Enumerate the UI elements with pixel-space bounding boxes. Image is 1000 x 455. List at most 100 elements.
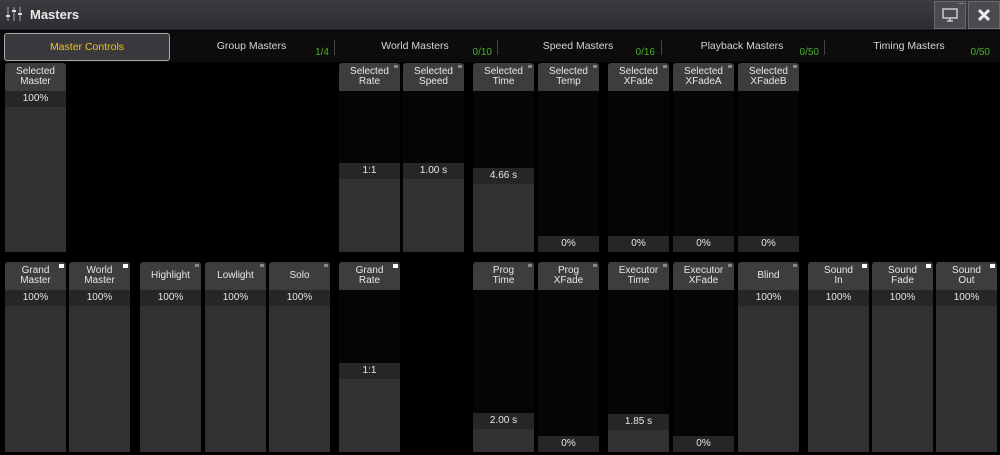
close-button[interactable] [968,1,1000,29]
fader-selected-speed[interactable]: Selected Speed 1.00 s [403,63,464,252]
fader-sound-in[interactable]: Sound In 100% [808,262,869,452]
fader-solo[interactable]: Solo 100% [269,262,330,452]
fader-marker [926,264,931,268]
fader-value: 100% [738,290,799,306]
fader-track[interactable]: 0% [738,91,799,252]
fader-track[interactable]: 100% [5,290,66,452]
fader-track[interactable]: 1.00 s [403,91,464,252]
fader-selected-rate[interactable]: Selected Rate 1:1 [339,63,400,252]
fader-track[interactable]: 0% [608,91,669,252]
fader-label: World Master [69,262,130,290]
fader-value: 100% [269,290,330,306]
fader-track[interactable]: 100% [936,290,997,452]
fader-value: 100% [872,290,933,306]
fader-label: Executor XFade [673,262,734,290]
monitor-icon [942,8,958,22]
fader-marker [458,65,462,68]
fader-label: Selected Rate [339,63,400,91]
fader-highlight[interactable]: Highlight 100% [140,262,201,452]
fader-prog-time[interactable]: Prog Time 2.00 s [473,262,534,452]
fader-fill [5,290,66,452]
fader-executor-xfade[interactable]: Executor XFade 0% [673,262,734,452]
fader-marker [528,65,532,68]
fader-marker [663,264,667,267]
display-button[interactable]: ··· [934,0,966,29]
fader-value: 2.00 s [473,413,534,429]
fader-sound-fade[interactable]: Sound Fade 100% [872,262,933,452]
fader-marker [195,264,199,267]
tab-count: 0/50 [799,47,819,58]
fader-blind[interactable]: Blind 100% [738,262,799,452]
fader-sound-out[interactable]: Sound Out 100% [936,262,997,452]
fader-marker [528,264,532,267]
fader-track[interactable]: 100% [69,290,130,452]
fader-track[interactable]: 100% [738,290,799,452]
fader-label: Prog XFade [538,262,599,290]
fader-label: Executor Time [608,262,669,290]
fader-value: 0% [738,236,799,252]
fader-marker [324,264,328,267]
fader-track[interactable]: 2.00 s [473,290,534,452]
fader-track[interactable]: 1:1 [339,91,400,252]
title-bar: Masters ··· [0,0,1000,30]
fader-marker [593,65,597,68]
tab-speed-masters[interactable]: Speed Masters 0/16 [497,33,659,61]
fader-selected-master[interactable]: Selected Master 100% [5,63,66,252]
fader-value: 4.66 s [473,168,534,184]
fader-marker [793,264,797,267]
fader-grand-rate[interactable]: Grand Rate 1:1 [339,262,400,452]
fader-value: 100% [69,290,130,306]
fader-world-master[interactable]: World Master 100% [69,262,130,452]
fader-selected-time[interactable]: Selected Time 4.66 s [473,63,534,252]
fader-label: Sound Out [936,262,997,290]
fader-executor-time[interactable]: Executor Time 1.85 s [608,262,669,452]
fader-selected-xfade[interactable]: Selected XFade 0% [608,63,669,252]
fader-fill [808,290,869,452]
tab-timing-masters[interactable]: Timing Masters 0/50 [824,33,994,61]
fader-label: Selected Master [5,63,66,91]
fader-value: 100% [5,290,66,306]
fader-value: 100% [5,91,66,107]
fader-label: Grand Master [5,262,66,290]
fader-label: Selected XFadeB [738,63,799,91]
fader-track[interactable]: 100% [872,290,933,452]
fader-value: 100% [808,290,869,306]
fader-marker [728,65,732,68]
fader-label: Solo [269,262,330,290]
fader-track[interactable]: 4.66 s [473,91,534,252]
tab-playback-masters[interactable]: Playback Masters 0/50 [661,33,823,61]
fader-grand-master[interactable]: Grand Master 100% [5,262,66,452]
fader-prog-xfade[interactable]: Prog XFade 0% [538,262,599,452]
tab-label: Timing Masters [873,40,945,52]
fader-track[interactable]: 1:1 [339,290,400,452]
fader-value: 100% [140,290,201,306]
fader-selected-xfadeb[interactable]: Selected XFadeB 0% [738,63,799,252]
fader-track[interactable]: 1.85 s [608,290,669,452]
fader-selected-temp[interactable]: Selected Temp 0% [538,63,599,252]
fader-value: 100% [205,290,266,306]
fader-label: Selected XFadeA [673,63,734,91]
fader-label: Selected Temp [538,63,599,91]
fader-track[interactable]: 100% [808,290,869,452]
fader-marker [663,65,667,68]
fader-fill [872,290,933,452]
fader-label: Blind [738,262,799,290]
tab-group-masters[interactable]: Group Masters 1/4 [170,33,333,61]
faders-icon [6,7,22,21]
fader-track[interactable]: 100% [269,290,330,452]
fader-value: 0% [538,236,599,252]
fader-selected-xfadea[interactable]: Selected XFadeA 0% [673,63,734,252]
fader-track[interactable]: 0% [673,290,734,452]
fader-track[interactable]: 100% [140,290,201,452]
fader-track[interactable]: 100% [5,91,66,252]
tab-master-controls[interactable]: Master Controls [4,33,170,61]
fader-label: Lowlight [205,262,266,290]
fader-lowlight[interactable]: Lowlight 100% [205,262,266,452]
tab-world-masters[interactable]: World Masters 0/10 [334,33,496,61]
fader-track[interactable]: 0% [538,91,599,252]
fader-track[interactable]: 0% [673,91,734,252]
fader-track[interactable]: 0% [538,290,599,452]
fader-track[interactable]: 100% [205,290,266,452]
tab-count: 0/50 [970,47,990,58]
tab-count: 0/16 [635,47,655,58]
